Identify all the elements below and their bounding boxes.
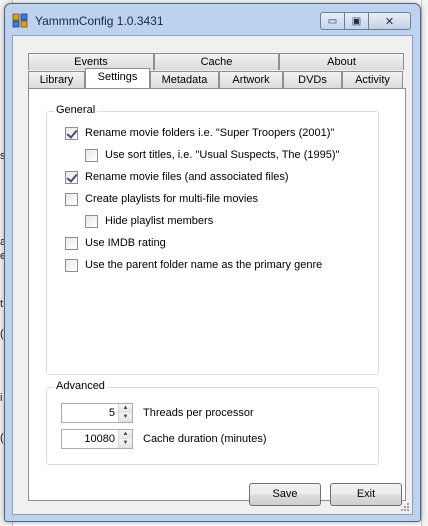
- create-playlists-label[interactable]: Create playlists for multi-file movies: [85, 193, 258, 205]
- hide-playlist-members-checkbox[interactable]: [85, 214, 98, 228]
- app-icon[interactable]: [12, 12, 28, 28]
- cache-duration-down-icon[interactable]: ▼: [119, 439, 132, 448]
- window-title: YammmConfig 1.0.3431: [35, 14, 164, 28]
- tab-settings[interactable]: Settings: [85, 68, 150, 88]
- cache-duration-value[interactable]: 10080: [62, 430, 118, 448]
- advanced-group-title: Advanced: [54, 380, 107, 392]
- threads-label: Threads per processor: [143, 407, 254, 419]
- sort-titles-checkbox[interactable]: [85, 148, 98, 162]
- hide-playlist-members-option[interactable]: Hide playlist members: [85, 214, 213, 228]
- general-group: General Rename movie folders i.e. "Super…: [46, 104, 379, 375]
- imdb-rating-option[interactable]: Use IMDB rating: [65, 236, 166, 250]
- hide-playlist-members-label[interactable]: Hide playlist members: [105, 215, 213, 227]
- imdb-rating-checkbox[interactable]: [65, 236, 78, 250]
- rename-folders-label[interactable]: Rename movie folders i.e. "Super Trooper…: [85, 127, 334, 139]
- threads-stepper[interactable]: 5 ▲ ▼: [61, 403, 133, 423]
- close-button[interactable]: ✕: [368, 12, 411, 30]
- threads-row: 5 ▲ ▼ Threads per processor: [61, 403, 254, 423]
- create-playlists-option[interactable]: Create playlists for multi-file movies: [65, 192, 258, 206]
- tab-metadata[interactable]: Metadata: [150, 71, 219, 88]
- save-button[interactable]: Save: [249, 483, 321, 506]
- minimize-icon: ▭: [327, 15, 338, 27]
- title-bar[interactable]: YammmConfig 1.0.3431 ▭ ▣ ✕: [5, 4, 420, 34]
- general-group-title: General: [54, 104, 98, 116]
- parent-folder-genre-option[interactable]: Use the parent folder name as the primar…: [65, 258, 322, 272]
- cache-duration-arrows: ▲ ▼: [118, 430, 132, 448]
- cache-duration-label: Cache duration (minutes): [143, 433, 267, 445]
- threads-arrows: ▲ ▼: [118, 404, 132, 422]
- caption-buttons: ▭ ▣ ✕: [320, 12, 411, 31]
- exit-button[interactable]: Exit: [330, 483, 402, 506]
- tab-dvds[interactable]: DVDs: [283, 71, 342, 88]
- create-playlists-checkbox[interactable]: [65, 192, 78, 206]
- cache-duration-up-icon[interactable]: ▲: [119, 430, 132, 439]
- tab-artwork[interactable]: Artwork: [219, 71, 283, 88]
- threads-value[interactable]: 5: [62, 404, 118, 422]
- background-window-right: [421, 0, 428, 526]
- rename-files-checkbox[interactable]: [65, 170, 78, 184]
- tab-about[interactable]: About: [279, 53, 404, 70]
- sort-titles-option[interactable]: Use sort titles, i.e. "Usual Suspects, T…: [85, 148, 339, 162]
- sort-titles-label[interactable]: Use sort titles, i.e. "Usual Suspects, T…: [105, 149, 339, 161]
- rename-files-option[interactable]: Rename movie files (and associated files…: [65, 170, 289, 184]
- imdb-rating-label[interactable]: Use IMDB rating: [85, 237, 166, 249]
- minimize-button[interactable]: ▭: [320, 12, 345, 30]
- parent-folder-genre-label[interactable]: Use the parent folder name as the primar…: [85, 259, 322, 271]
- threads-down-icon[interactable]: ▼: [119, 413, 132, 422]
- rename-files-label[interactable]: Rename movie files (and associated files…: [85, 171, 289, 183]
- app-window: YammmConfig 1.0.3431 ▭ ▣ ✕ Events Cache …: [4, 3, 421, 522]
- cache-duration-row: 10080 ▲ ▼ Cache duration (minutes): [61, 429, 267, 449]
- tab-activity[interactable]: Activity: [342, 71, 403, 88]
- rename-folders-checkbox[interactable]: [65, 126, 78, 140]
- rename-folders-option[interactable]: Rename movie folders i.e. "Super Trooper…: [65, 126, 334, 140]
- resize-grip-icon[interactable]: [400, 502, 410, 512]
- cache-duration-stepper[interactable]: 10080 ▲ ▼: [61, 429, 133, 449]
- maximize-icon: ▣: [351, 15, 362, 27]
- threads-up-icon[interactable]: ▲: [119, 404, 132, 413]
- maximize-button[interactable]: ▣: [344, 12, 369, 30]
- advanced-group: Advanced 5 ▲ ▼ Threads per processor 100…: [46, 380, 379, 465]
- tab-cache[interactable]: Cache: [154, 53, 279, 70]
- tab-library[interactable]: Library: [28, 71, 85, 88]
- client-area: Events Cache About Library Settings Meta…: [12, 35, 413, 515]
- settings-page: General Rename movie folders i.e. "Super…: [28, 88, 406, 501]
- close-icon: ✕: [384, 15, 395, 28]
- parent-folder-genre-checkbox[interactable]: [65, 258, 78, 272]
